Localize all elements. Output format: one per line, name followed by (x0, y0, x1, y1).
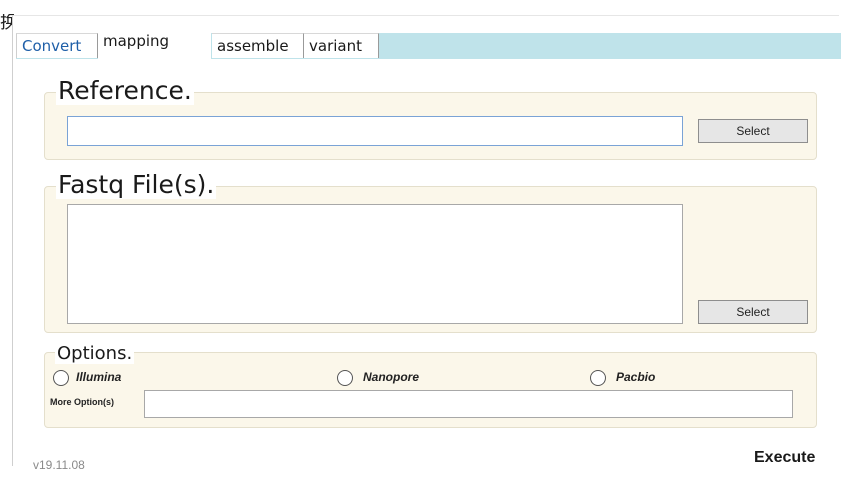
reference-group: Reference. Select (44, 77, 817, 160)
illumina-label: Illumina (76, 370, 122, 384)
nanopore-label: Nanopore (363, 370, 420, 384)
more-options-label: More Option(s) (50, 397, 114, 407)
version-text: v19.11.08 (33, 458, 85, 472)
pacbio-label: Pacbio (616, 370, 656, 384)
reference-input[interactable] (67, 116, 683, 146)
fastq-file-list[interactable] (67, 204, 683, 324)
fastq-legend: Fastq File(s). (56, 170, 217, 199)
nanopore-radio[interactable] (337, 370, 353, 386)
options-legend: Options. (55, 343, 135, 364)
fastq-select-button[interactable]: Select (698, 300, 808, 324)
fastq-group: Fastq File(s). Select (44, 171, 817, 333)
tab-assemble[interactable]: assemble (212, 33, 304, 58)
pacbio-radio[interactable] (590, 370, 606, 386)
illumina-radio[interactable] (53, 370, 69, 386)
tab-variant[interactable]: variant (304, 33, 379, 58)
tab-mapping[interactable]: mapping (98, 29, 211, 59)
more-options-input[interactable] (144, 390, 793, 418)
reference-legend: Reference. (56, 76, 194, 105)
tab-convert[interactable]: Convert (16, 33, 98, 58)
execute-button[interactable]: Execute (754, 449, 815, 467)
tab-bar: Convert mapping assemble variant (16, 29, 841, 59)
reference-select-button[interactable]: Select (698, 119, 808, 143)
